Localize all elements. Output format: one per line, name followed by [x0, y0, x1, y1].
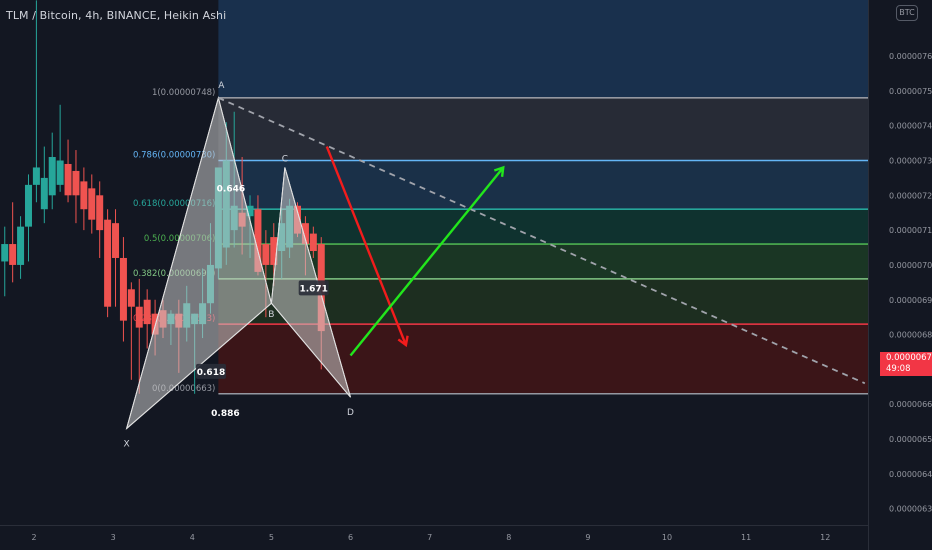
x-tick-label: 9 [585, 533, 590, 542]
pattern-point-B: B [268, 310, 274, 320]
y-tick-label: 0.00000740 [889, 122, 932, 131]
candle-body [127, 289, 135, 307]
candle-body [64, 163, 72, 196]
candle-body [135, 306, 143, 328]
ratio-label: 1.671 [299, 284, 327, 294]
candle-body [24, 184, 32, 227]
last-price-tag: 0.00000672 49:08 [880, 352, 932, 376]
candle-body [143, 299, 151, 325]
y-tick-label: 0.00000700 [889, 261, 932, 270]
y-tick-label: 0.00000710 [889, 226, 932, 235]
chart-title: TLM / Bitcoin, 4h, BINANCE, Heikin Ashi [6, 9, 227, 22]
y-tick-label: 0.00000630 [889, 505, 932, 514]
candle-body [80, 181, 88, 210]
candle-body [40, 177, 48, 210]
fib-zone-0 [218, 0, 868, 98]
y-tick-label: 0.00000730 [889, 156, 932, 165]
candle-body [9, 244, 17, 265]
y-tick-label: 0.00000720 [889, 191, 932, 200]
ratio-label: 0.886 [211, 409, 239, 419]
candle-body [17, 226, 25, 265]
currency-badge[interactable]: BTC [896, 5, 918, 21]
candle-body [112, 223, 120, 258]
last-price: 0.00000672 [886, 353, 932, 363]
bar-countdown: 49:08 [886, 364, 911, 374]
pattern-point-A: A [218, 81, 225, 91]
y-tick-label: 0.00000640 [889, 470, 932, 479]
candle-body [1, 244, 9, 262]
candle-body [48, 157, 56, 196]
x-tick-label: 11 [741, 533, 751, 542]
x-tick-label: 6 [348, 533, 353, 542]
y-tick-label: 0.00000680 [889, 331, 932, 340]
time-axis [0, 525, 868, 550]
x-tick-label: 4 [190, 533, 195, 542]
x-tick-label: 10 [662, 533, 672, 542]
x-tick-label: 12 [820, 533, 830, 542]
ratio-label: 0.646 [217, 185, 245, 195]
fib-label-1: 1(0.00000748) [152, 88, 215, 98]
x-tick-label: 7 [427, 533, 432, 542]
price-chart[interactable]: 1(0.00000748)0.786(0.00000730)0.618(0.00… [0, 0, 932, 550]
ratio-label: 0.618 [197, 368, 225, 378]
candle-body [88, 188, 96, 220]
y-tick-label: 0.00000760 [889, 52, 932, 61]
candle-body [72, 170, 80, 196]
x-tick-label: 3 [111, 533, 116, 542]
pattern-point-D: D [347, 408, 354, 418]
pattern-point-C: C [282, 154, 288, 164]
candle-body [96, 195, 104, 231]
fib-zone-1 [218, 97, 868, 161]
pattern-point-X: X [124, 440, 130, 450]
candle-body [32, 167, 40, 185]
candle-body [309, 233, 317, 252]
candle-body [119, 257, 127, 321]
candle-body [262, 244, 270, 265]
candle-body [104, 219, 112, 307]
y-tick-label: 0.00000650 [889, 435, 932, 444]
y-tick-label: 0.00000660 [889, 400, 932, 409]
y-tick-label: 0.00000690 [889, 296, 932, 305]
x-tick-label: 2 [31, 533, 36, 542]
x-tick-label: 5 [269, 533, 274, 542]
fib-zone-2 [218, 160, 868, 210]
price-axis [868, 0, 932, 550]
x-tick-label: 8 [506, 533, 511, 542]
candle-body [56, 160, 64, 185]
y-tick-label: 0.00000750 [889, 87, 932, 96]
